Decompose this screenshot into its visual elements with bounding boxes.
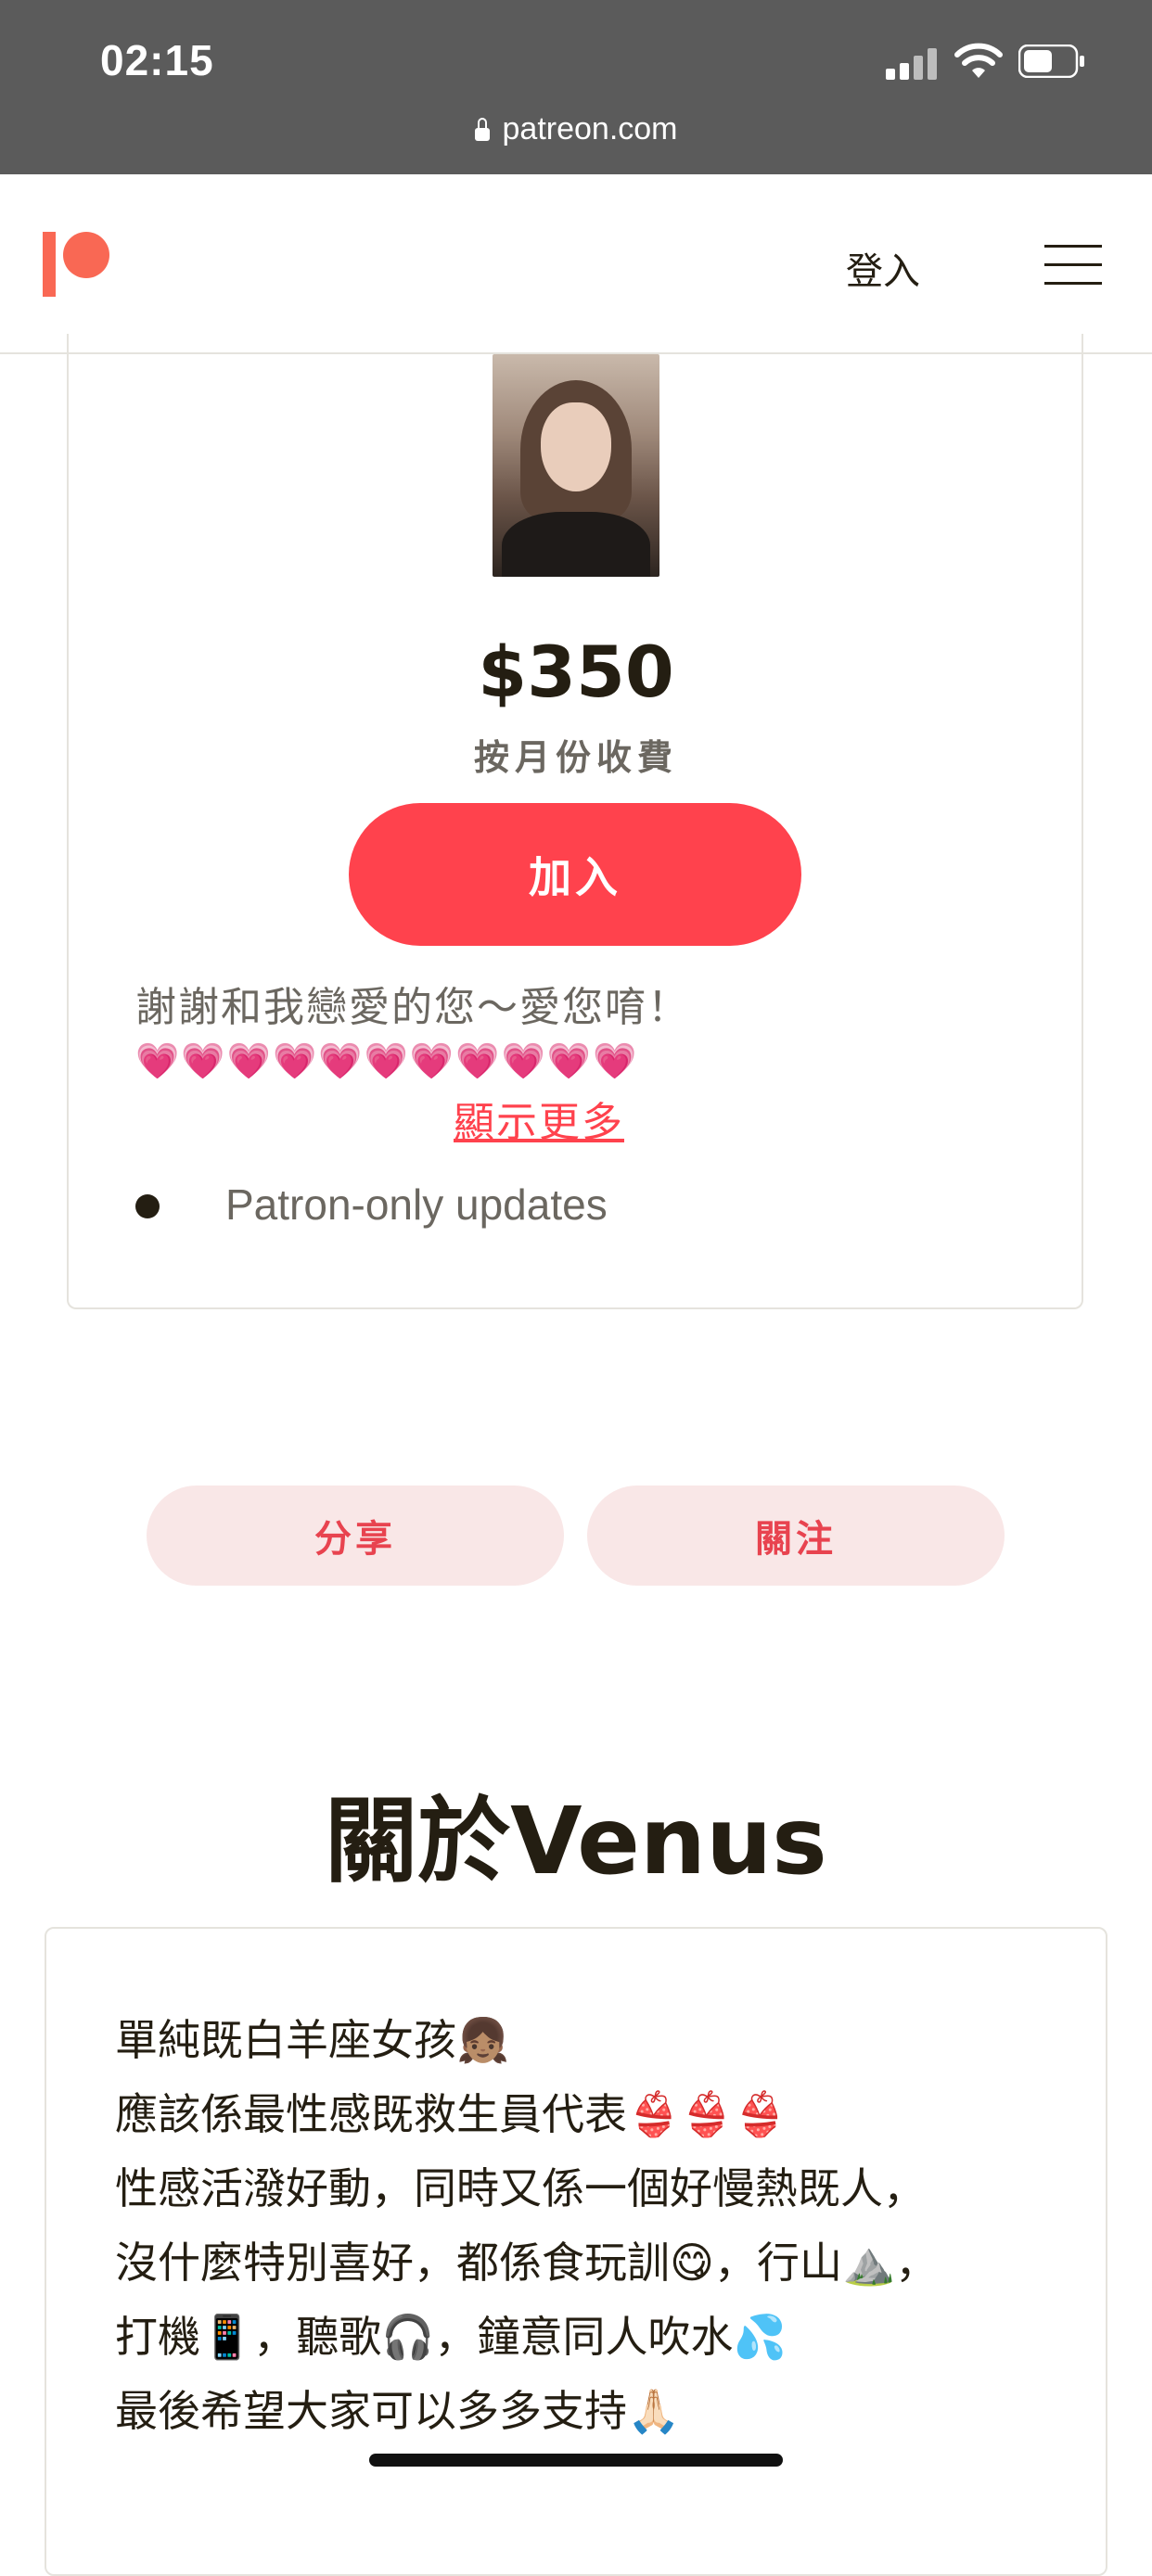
site-header: 登入 bbox=[0, 174, 1152, 354]
about-line: 應該係最性感既救生員代表👙👙👙 bbox=[115, 2089, 787, 2139]
status-time: 02:15 bbox=[100, 36, 214, 84]
show-more-link[interactable]: 顯示更多 bbox=[0, 1089, 1078, 1148]
tier-description-hearts: 💗💗💗💗💗💗💗💗💗💗💗 bbox=[135, 1040, 639, 1081]
home-indicator[interactable] bbox=[369, 2454, 783, 2467]
bullet-icon bbox=[135, 1194, 160, 1218]
about-line: 性感活潑好動，同時又係一個好慢熱既人， bbox=[115, 2163, 926, 2213]
cellular-signal-icon bbox=[886, 48, 938, 80]
about-text: 單純既白羊座女孩👧🏽 應該係最性感既救生員代表👙👙👙 性感活潑好動，同時又係一個… bbox=[115, 2003, 1080, 2448]
patreon-logo-icon[interactable] bbox=[43, 232, 113, 297]
join-button[interactable]: 加入 bbox=[349, 803, 801, 946]
about-line: 沒什麼特別喜好，都係食玩訓😋，行山⛰️， bbox=[115, 2238, 939, 2288]
tier-billing-period: 按月份收費 bbox=[473, 737, 678, 778]
battery-icon bbox=[1018, 45, 1084, 78]
tier-price: $350 bbox=[478, 631, 674, 713]
about-line: 單純既白羊座女孩👧🏽 bbox=[115, 2015, 510, 2065]
lock-icon bbox=[474, 118, 490, 141]
tier-benefit-item: Patron-only updates bbox=[225, 1180, 608, 1229]
address-bar[interactable]: patreon.com bbox=[0, 111, 1152, 147]
url-text: patreon.com bbox=[502, 111, 678, 147]
about-title: 關於Venus bbox=[325, 1787, 827, 1895]
status-bar: 02:15 patreon.com bbox=[0, 0, 1152, 174]
tier-image bbox=[493, 354, 659, 577]
wifi-icon bbox=[954, 43, 1003, 78]
login-link[interactable]: 登入 bbox=[846, 241, 920, 295]
tier-description: 謝謝和我戀愛的您～愛您唷！ bbox=[135, 984, 690, 1031]
about-line: 打機📱，聽歌🎧，鐘意同人吹水💦 bbox=[115, 2312, 787, 2362]
about-line: 最後希望大家可以多多支持🙏🏻 bbox=[115, 2386, 681, 2436]
hamburger-menu-icon[interactable] bbox=[1044, 245, 1102, 286]
share-button[interactable]: 分享 bbox=[147, 1486, 564, 1586]
follow-button[interactable]: 關注 bbox=[587, 1486, 1005, 1586]
